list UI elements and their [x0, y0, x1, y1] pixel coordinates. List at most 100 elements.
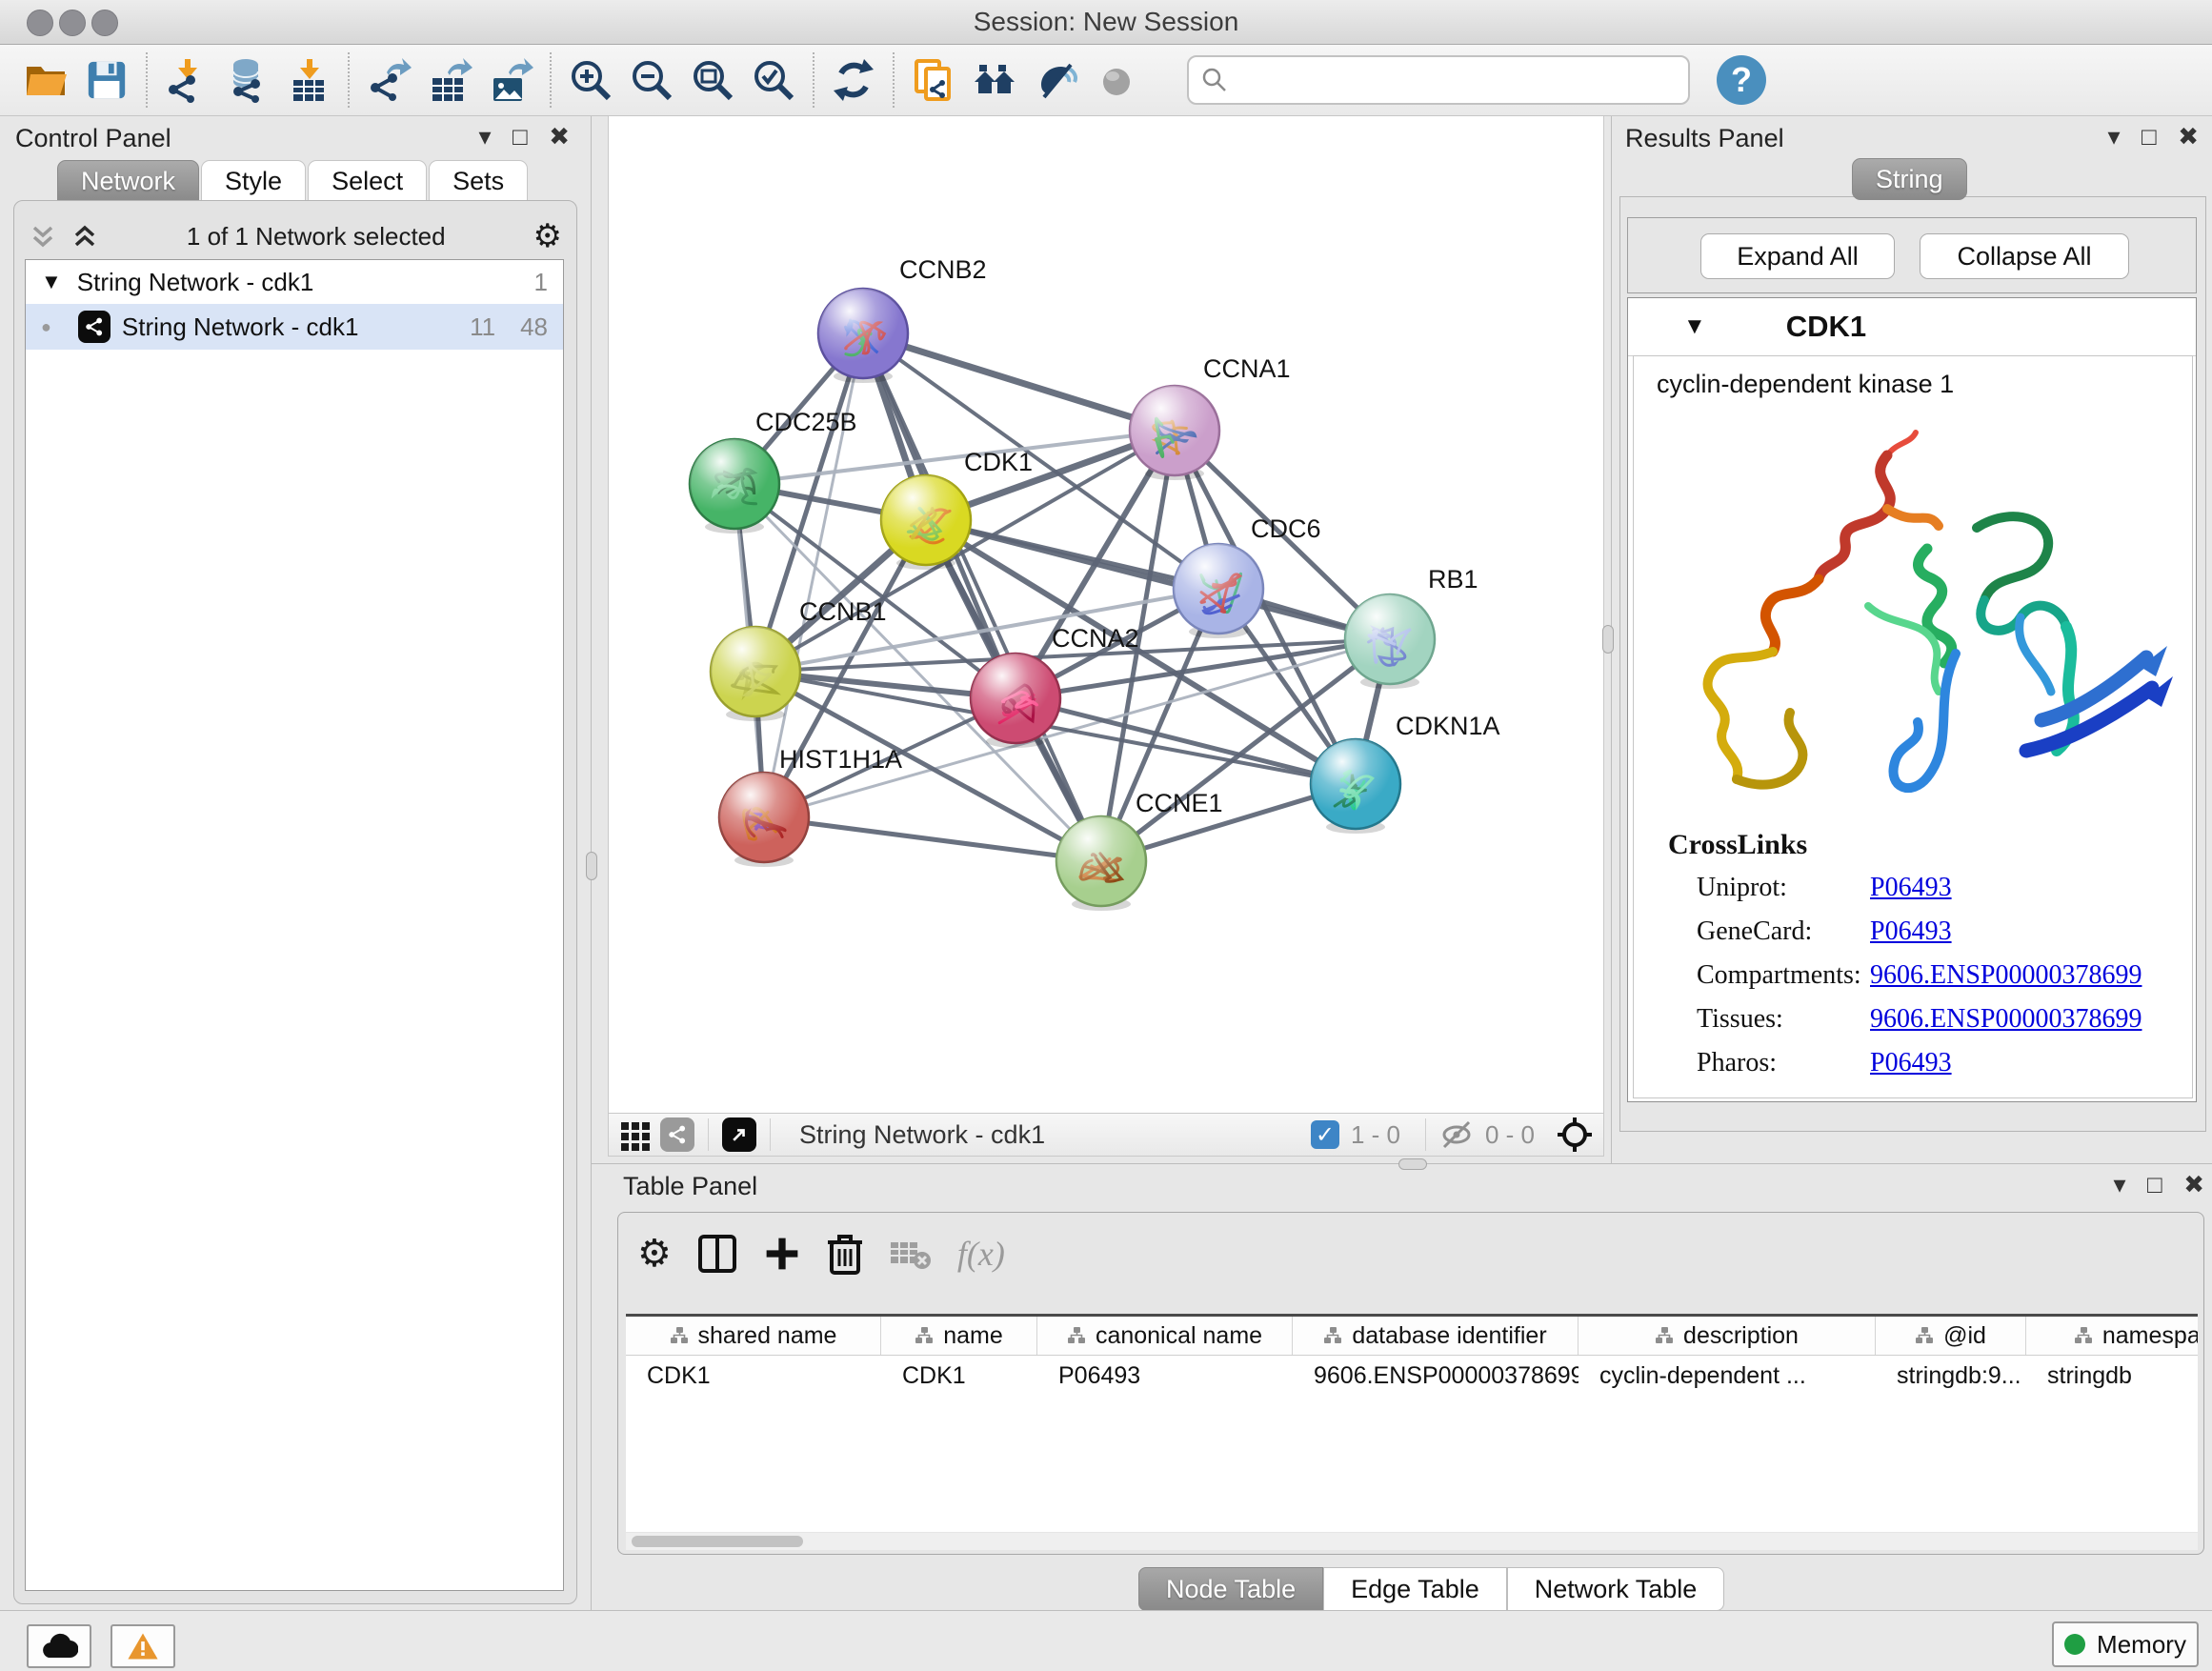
tab-network[interactable]: Network — [57, 160, 199, 202]
table-cell[interactable]: CDK1 — [626, 1356, 881, 1396]
export-network-button[interactable] — [363, 54, 414, 106]
table-cell[interactable]: cyclin-dependent ... — [1579, 1356, 1876, 1396]
column-header-6[interactable]: namespace — [2026, 1317, 2198, 1355]
export-table-button[interactable] — [424, 54, 475, 106]
network-node-HIST1H1A[interactable] — [719, 773, 809, 867]
crosslink-link[interactable]: P06493 — [1870, 1048, 1952, 1077]
network-canvas[interactable]: CCNB2CCNA1CDC25BCDK1CDC6RB1CCNB1CCNA2CDK… — [608, 116, 1604, 1113]
panel-float-icon[interactable]: □ — [2147, 1170, 2162, 1198]
edge-count: 48 — [520, 312, 548, 342]
first-neighbors-button[interactable] — [969, 54, 1020, 106]
table-container: ⚙ f(x) shared namenamecanonical namedata… — [617, 1212, 2204, 1555]
open-in-window-icon[interactable] — [722, 1117, 756, 1152]
export-image-button[interactable] — [485, 54, 536, 106]
crosslink-link[interactable]: P06493 — [1870, 873, 1952, 902]
duplicate-network-button[interactable] — [908, 54, 959, 106]
table-row[interactable]: CDK1CDK1P064939606.ENSP00000378699cyclin… — [626, 1356, 2198, 1396]
crosslink-link[interactable]: 9606.ENSP00000378699 — [1870, 1004, 2142, 1034]
table-hscrollbar-thumb[interactable] — [632, 1536, 803, 1547]
tab-node-table[interactable]: Node Table — [1138, 1567, 1323, 1611]
panel-menu-icon[interactable]: ▾ — [2108, 122, 2121, 151]
network-node-CCNA2[interactable] — [971, 654, 1060, 748]
tab-string[interactable]: String — [1852, 158, 1967, 200]
add-column-icon[interactable] — [763, 1235, 801, 1273]
expand-all-button[interactable]: Expand All — [1700, 233, 1895, 279]
gear-icon[interactable]: ⚙ — [637, 1235, 672, 1273]
network-selection-status: 1 of 1 Network selected — [99, 222, 533, 252]
column-header-0[interactable]: shared name — [626, 1317, 881, 1355]
network-node-CCNA1[interactable] — [1130, 386, 1219, 480]
collapse-section-icon[interactable]: ▼ — [1683, 313, 1706, 340]
table-cell[interactable]: stringdb:9... — [1876, 1356, 2026, 1396]
down-arrow-icon — [178, 59, 197, 79]
search-input[interactable] — [1229, 65, 1677, 96]
network-node-CDC6[interactable] — [1174, 544, 1263, 638]
bullet-icon: ● — [41, 317, 51, 337]
table-hscrollbar[interactable] — [626, 1533, 2198, 1550]
panel-close-icon[interactable]: ✖ — [549, 122, 570, 151]
status-bar: Memory — [0, 1610, 2212, 1671]
network-node-CDKN1A[interactable] — [1311, 739, 1400, 834]
table-cell[interactable]: P06493 — [1037, 1356, 1293, 1396]
selected-checkbox-icon[interactable]: ✓ — [1311, 1120, 1339, 1149]
tree-expand-icon[interactable]: ▼ — [41, 270, 62, 294]
table-cell[interactable]: 9606.ENSP00000378699 — [1293, 1356, 1579, 1396]
tab-network-table[interactable]: Network Table — [1507, 1567, 1725, 1611]
column-header-3[interactable]: database identifier — [1293, 1317, 1579, 1355]
show-details-button[interactable] — [1091, 54, 1142, 106]
expand-all-icon[interactable] — [70, 222, 99, 251]
tab-edge-table[interactable]: Edge Table — [1323, 1567, 1507, 1611]
import-network-from-database-button[interactable] — [222, 54, 273, 106]
node-result-header[interactable]: ▼ CDK1 — [1628, 298, 2196, 356]
network-node-CDC25B[interactable] — [690, 439, 779, 534]
network-node-CCNE1[interactable] — [1056, 816, 1146, 911]
zoom-fit-button[interactable] — [687, 54, 738, 106]
collapse-all-button[interactable]: Collapse All — [1920, 233, 2129, 279]
zoom-out-button[interactable] — [626, 54, 677, 106]
memory-button[interactable]: Memory — [2052, 1621, 2199, 1667]
column-header-2[interactable]: canonical name — [1037, 1317, 1293, 1355]
panel-close-icon[interactable]: ✖ — [2183, 1170, 2204, 1198]
crosshair-icon[interactable] — [1556, 1116, 1594, 1154]
import-network-button[interactable] — [161, 54, 212, 106]
crosslink-link[interactable]: P06493 — [1870, 916, 1952, 946]
hide-details-button[interactable] — [1030, 54, 1081, 106]
panel-float-icon[interactable]: □ — [2142, 122, 2157, 151]
refresh-button[interactable] — [828, 54, 879, 106]
warning-status-button[interactable] — [111, 1624, 175, 1668]
tab-style[interactable]: Style — [201, 160, 306, 202]
save-session-button[interactable] — [81, 54, 132, 106]
help-button[interactable]: ? — [1717, 55, 1766, 105]
open-session-button[interactable] — [20, 54, 71, 106]
trash-icon[interactable] — [826, 1233, 864, 1275]
zoom-in-button[interactable] — [565, 54, 616, 106]
column-header-1[interactable]: name — [881, 1317, 1037, 1355]
column-header-5[interactable]: @id — [1876, 1317, 2026, 1355]
column-header-4[interactable]: description — [1579, 1317, 1876, 1355]
table-cell[interactable]: stringdb — [2026, 1356, 2198, 1396]
tab-select[interactable]: Select — [308, 160, 427, 202]
tab-sets[interactable]: Sets — [429, 160, 528, 202]
network-graph[interactable]: CCNB2CCNA1CDC25BCDK1CDC6RB1CCNB1CCNA2CDK… — [609, 116, 1603, 1113]
zoom-selected-button[interactable] — [748, 54, 799, 106]
network-share-icon[interactable] — [660, 1117, 694, 1152]
panel-menu-icon[interactable]: ▾ — [2114, 1170, 2126, 1198]
grid-view-icon[interactable] — [618, 1117, 653, 1152]
gear-icon[interactable]: ⚙ — [533, 220, 562, 252]
left-splitter-handle[interactable] — [586, 852, 597, 880]
network-tree-root-row[interactable]: ▼ String Network - cdk1 1 — [26, 260, 563, 304]
import-table-button[interactable] — [283, 54, 334, 106]
collapse-all-icon[interactable] — [29, 222, 57, 251]
search-box[interactable] — [1187, 55, 1690, 105]
network-node-RB1[interactable] — [1345, 594, 1435, 689]
network-tree: ▼ String Network - cdk1 1 ● String Netwo… — [25, 259, 564, 1591]
crosslink-link[interactable]: 9606.ENSP00000378699 — [1870, 960, 2142, 990]
table-cell[interactable]: CDK1 — [881, 1356, 1037, 1396]
network-tree-row-selected[interactable]: ● String Network - cdk1 11 48 — [26, 304, 563, 350]
columns-icon[interactable] — [696, 1233, 738, 1275]
panel-close-icon[interactable]: ✖ — [2178, 122, 2199, 151]
panel-menu-icon[interactable]: ▾ — [479, 122, 492, 151]
share-icon — [169, 75, 195, 103]
cloud-status-button[interactable] — [27, 1624, 91, 1668]
panel-float-icon[interactable]: □ — [513, 122, 528, 151]
